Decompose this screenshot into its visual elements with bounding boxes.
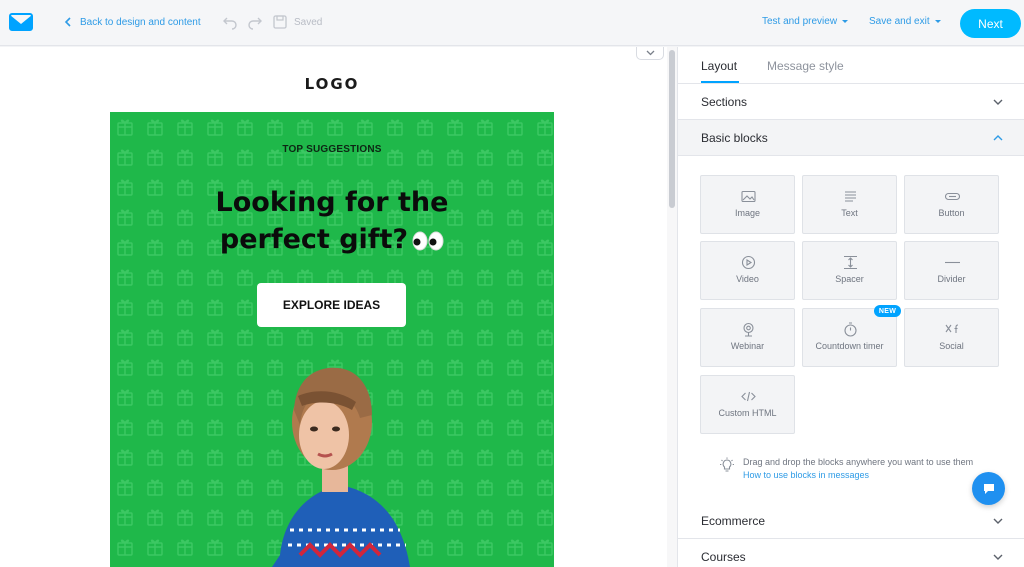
- headline-line-2: perfect gift?: [219, 224, 409, 255]
- hero-headline: Looking for the perfect gift?: [110, 184, 554, 258]
- block-video[interactable]: Video: [700, 241, 795, 300]
- hero-section[interactable]: TOP SUGGESTIONS Looking for the perfect …: [110, 112, 554, 567]
- undo-icon[interactable]: [222, 14, 238, 30]
- block-social[interactable]: Social: [904, 308, 999, 367]
- test-preview-dropdown[interactable]: Test and preview: [762, 16, 849, 27]
- timer-icon: [844, 322, 857, 337]
- tab-message-style[interactable]: Message style: [767, 59, 844, 73]
- webinar-icon: [743, 322, 754, 337]
- sections-label: Sections: [701, 94, 748, 109]
- block-spacer[interactable]: Spacer: [802, 241, 897, 300]
- test-preview-label: Test and preview: [762, 16, 838, 27]
- canvas-scroll-thumb[interactable]: [669, 50, 675, 208]
- chevron-down-icon: [993, 518, 1003, 524]
- block-label: Divider: [937, 274, 966, 284]
- hero-kicker: TOP SUGGESTIONS: [282, 144, 382, 155]
- back-to-design-link[interactable]: Back to design and content: [62, 16, 201, 28]
- collapse-toggle[interactable]: [636, 47, 664, 60]
- active-tab-indicator: [701, 81, 739, 83]
- explore-ideas-button[interactable]: EXPLORE IDEAS: [257, 283, 406, 327]
- redo-icon[interactable]: [247, 14, 263, 30]
- caret-down-icon: [842, 20, 849, 23]
- app-logo-icon[interactable]: [9, 13, 33, 31]
- block-webinar[interactable]: Webinar: [700, 308, 795, 367]
- caret-down-icon: [934, 20, 941, 23]
- block-text[interactable]: Text: [802, 175, 897, 234]
- save-exit-dropdown[interactable]: Save and exit: [869, 16, 941, 27]
- button-icon: [945, 192, 960, 201]
- chevron-down-icon: [993, 99, 1003, 105]
- block-label: Video: [736, 274, 759, 284]
- chevron-down-icon: [993, 554, 1003, 560]
- video-icon: [741, 255, 756, 270]
- courses-accordion[interactable]: Courses: [678, 539, 1024, 567]
- divider-icon: [945, 261, 960, 264]
- image-icon: [741, 190, 756, 203]
- hint-text: Drag and drop the blocks anywhere you wa…: [743, 457, 974, 467]
- top-bar: Back to design and content Saved Test an…: [0, 0, 1024, 46]
- woman-photo-image: [272, 367, 410, 567]
- chat-button[interactable]: [972, 472, 1005, 505]
- basic-blocks-accordion[interactable]: Basic blocks: [678, 120, 1024, 156]
- back-label: Back to design and content: [80, 16, 201, 28]
- tab-layout[interactable]: Layout: [701, 59, 737, 73]
- chevron-left-icon: [64, 17, 71, 27]
- courses-label: Courses: [701, 549, 746, 564]
- lightbulb-icon: [720, 457, 734, 472]
- sections-accordion[interactable]: Sections: [678, 84, 1024, 120]
- panel-tabs: Layout Message style: [678, 47, 1024, 84]
- save-exit-label: Save and exit: [869, 16, 930, 27]
- block-label: Webinar: [730, 341, 765, 351]
- headline-line-2-wrap: perfect gift?: [110, 221, 554, 258]
- block-label: Custom HTML: [718, 408, 777, 418]
- block-label: Spacer: [835, 274, 864, 284]
- save-icon: [273, 15, 287, 29]
- block-image[interactable]: Image: [700, 175, 795, 234]
- social-icon: [945, 324, 959, 333]
- spacer-icon: [844, 255, 857, 270]
- eyes-emoji-icon: [412, 231, 444, 250]
- block-label: Text: [841, 208, 858, 218]
- headline-line-1: Looking for the: [215, 187, 449, 218]
- block-label: Countdown timer: [815, 341, 884, 351]
- saved-status: Saved: [294, 17, 323, 28]
- block-label: Image: [734, 208, 760, 218]
- block-label: Social: [939, 341, 964, 351]
- email-logo-text[interactable]: LOGO: [110, 75, 554, 93]
- block-custom-html[interactable]: Custom HTML: [700, 375, 795, 434]
- new-badge: NEW: [874, 305, 901, 317]
- block-button[interactable]: Button: [904, 175, 999, 234]
- how-to-use-blocks-link[interactable]: How to use blocks in messages: [743, 470, 869, 480]
- chevron-up-icon: [993, 135, 1003, 141]
- block-divider[interactable]: Divider: [904, 241, 999, 300]
- next-button[interactable]: Next: [960, 9, 1021, 38]
- block-label: Button: [938, 208, 965, 218]
- text-icon: [845, 191, 856, 202]
- chat-icon: [983, 483, 994, 494]
- blocks-hint: Drag and drop the blocks anywhere you wa…: [743, 456, 973, 482]
- ecommerce-label: Ecommerce: [701, 513, 766, 528]
- basic-blocks-label: Basic blocks: [701, 130, 768, 145]
- chevron-down-icon: [646, 50, 654, 56]
- ecommerce-accordion[interactable]: Ecommerce: [678, 503, 1024, 539]
- code-icon: [741, 391, 756, 402]
